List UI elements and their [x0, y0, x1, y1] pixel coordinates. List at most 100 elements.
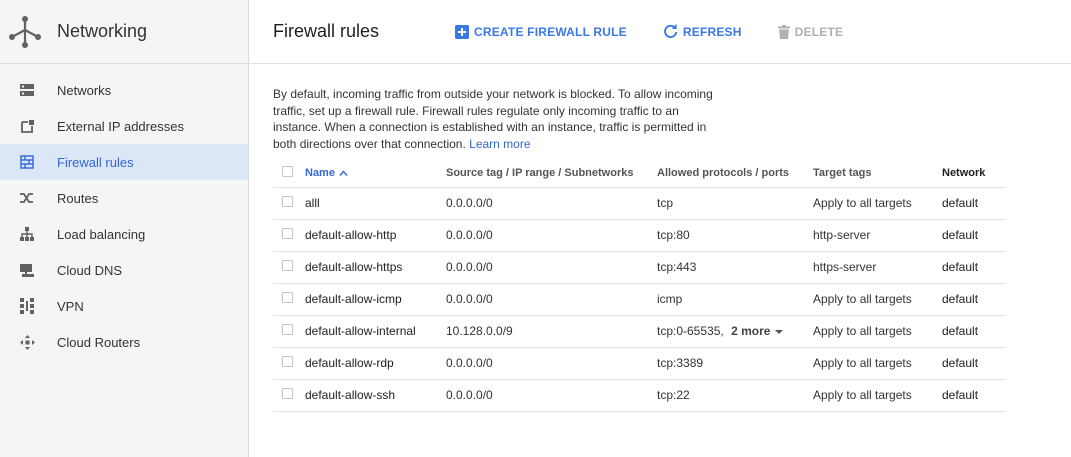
rule-source: 0.0.0.0/0 — [446, 219, 657, 252]
firewall-rules-table: Name Source tag / IP range / Subnetworks… — [273, 160, 1005, 412]
rule-protocols-cell: tcp:80 — [657, 219, 813, 252]
table-row[interactable]: alll 0.0.0.0/0 tcp Apply to all targets defa… — [273, 187, 1005, 220]
rule-name[interactable]: default-allow-internal — [305, 315, 446, 348]
networks-icon — [17, 82, 37, 98]
row-checkbox[interactable] — [282, 292, 293, 303]
vpn-icon — [17, 298, 37, 314]
column-header-name-label: Name — [305, 167, 335, 180]
delete-label: DELETE — [794, 24, 844, 39]
sidebar-item-routes[interactable]: Routes — [0, 180, 248, 216]
rule-name[interactable]: default-allow-http — [305, 219, 446, 252]
column-header-source[interactable]: Source tag / IP range / Subnetworks — [446, 160, 657, 188]
rule-name[interactable]: alll — [305, 187, 446, 220]
sidebar-item-label: Networks — [57, 82, 112, 98]
table-header-row: Name Source tag / IP range / Subnetworks… — [273, 160, 1005, 188]
sidebar-item-label: Cloud Routers — [57, 334, 141, 350]
sidebar-item-label: Firewall rules — [57, 154, 134, 170]
rule-protocols: icmp — [657, 292, 683, 306]
rule-network[interactable]: default — [942, 219, 1005, 252]
protocols-more-toggle[interactable]: 2 more — [731, 324, 770, 338]
rule-target-tags: Apply to all targets — [813, 379, 942, 412]
row-checkbox[interactable] — [282, 260, 293, 271]
sidebar-item-cloud-dns[interactable]: Cloud DNS — [0, 252, 248, 288]
page-title: Firewall rules — [273, 21, 380, 41]
sidebar-item-vpn[interactable]: VPN — [0, 288, 248, 324]
row-checkbox[interactable] — [282, 228, 293, 239]
table-row[interactable]: default-allow-ssh 0.0.0.0/0 tcp:22 Apply to… — [273, 379, 1005, 412]
app-title: Networking — [57, 21, 148, 41]
rule-source: 0.0.0.0/0 — [446, 187, 657, 220]
rule-protocols: tcp:80 — [657, 228, 690, 242]
rule-protocols: tcp — [657, 196, 674, 210]
routes-icon — [17, 190, 37, 206]
rule-name[interactable]: default-allow-icmp — [305, 283, 446, 316]
sidebar-item-networks[interactable]: Networks — [0, 72, 248, 108]
rule-name[interactable]: default-allow-ssh — [305, 379, 446, 412]
sidebar-item-label: Routes — [57, 190, 99, 206]
table-row[interactable]: default-allow-https 0.0.0.0/0 tcp:443 https… — [273, 251, 1005, 284]
refresh-label: REFRESH — [682, 24, 742, 39]
sidebar-item-label: Cloud DNS — [57, 262, 123, 278]
rule-protocols-cell: tcp:3389 — [657, 347, 813, 380]
rule-protocols-cell: tcp:22 — [657, 379, 813, 412]
create-firewall-rule-button[interactable]: CREATE FIREWALL RULE — [455, 24, 627, 39]
sort-ascending-icon — [339, 170, 348, 177]
column-header-protocols[interactable]: Allowed protocols / ports — [657, 160, 813, 188]
rule-network[interactable]: default — [942, 347, 1005, 380]
sidebar-item-firewall-rules[interactable]: Firewall rules — [0, 144, 248, 180]
rule-network[interactable]: default — [942, 283, 1005, 316]
chevron-down-icon — [775, 329, 784, 334]
table-row[interactable]: default-allow-icmp 0.0.0.0/0 icmp Apply to … — [273, 283, 1005, 316]
column-header-network[interactable]: Network — [942, 160, 1005, 188]
rule-protocols-cell: icmp — [657, 283, 813, 316]
row-checkbox[interactable] — [282, 196, 293, 207]
row-checkbox[interactable] — [282, 388, 293, 399]
sidebar-item-external-ip[interactable]: External IP addresses — [0, 108, 248, 144]
rule-network[interactable]: default — [942, 379, 1005, 412]
sidebar-item-load-balancing[interactable]: Load balancing — [0, 216, 248, 252]
table-row[interactable]: default-allow-internal 10.128.0.0/9 tcp:0-… — [273, 315, 1005, 348]
table-row[interactable]: default-allow-http 0.0.0.0/0 tcp:80 http-se… — [273, 219, 1005, 252]
column-header-target-tags[interactable]: Target tags — [813, 160, 942, 188]
sidebar-item-cloud-routers[interactable]: Cloud Routers — [0, 324, 248, 360]
cloud-dns-icon — [17, 262, 37, 278]
firewall-icon — [17, 154, 37, 170]
rule-source: 0.0.0.0/0 — [446, 347, 657, 380]
rule-network[interactable]: default — [942, 315, 1005, 348]
sidebar-nav: Networks External IP addresses Firewall … — [0, 64, 248, 360]
main-content: By default, incoming traffic from outsid… — [273, 86, 1013, 412]
column-header-name[interactable]: Name — [305, 160, 446, 188]
sidebar-item-label: VPN — [57, 298, 84, 314]
sidebar-item-label: External IP addresses — [57, 118, 184, 134]
rule-network[interactable]: default — [942, 187, 1005, 220]
trash-icon — [777, 24, 790, 39]
sidebar: Networking Networks External IP addresse… — [0, 0, 249, 457]
networking-logo-icon — [9, 15, 41, 48]
rule-target-tags: Apply to all targets — [813, 315, 942, 348]
rule-target-tags: Apply to all targets — [813, 347, 942, 380]
external-ip-icon — [17, 118, 37, 134]
toolbar: Firewall rules CREATE FIREWALL RULE REFR… — [249, 0, 1071, 64]
create-firewall-rule-label: CREATE FIREWALL RULE — [474, 24, 627, 39]
rule-name[interactable]: default-allow-https — [305, 251, 446, 284]
sidebar-header: Networking — [0, 0, 248, 64]
rule-target-tags: Apply to all targets — [813, 283, 942, 316]
rule-protocols-cell: tcp — [657, 187, 813, 220]
refresh-button[interactable]: REFRESH — [663, 24, 742, 39]
delete-button[interactable]: DELETE — [777, 24, 844, 39]
load-balancing-icon — [17, 226, 37, 242]
select-all-checkbox[interactable] — [282, 166, 293, 178]
row-checkbox[interactable] — [282, 356, 293, 367]
cloud-routers-icon — [17, 334, 37, 350]
rule-protocols-cell: tcp:443 — [657, 251, 813, 284]
rule-target-tags: http-server — [813, 219, 942, 252]
rule-name[interactable]: default-allow-rdp — [305, 347, 446, 380]
sidebar-item-label: Load balancing — [57, 226, 146, 242]
intro-text: By default, incoming traffic from outsid… — [273, 86, 723, 152]
rule-network[interactable]: default — [942, 251, 1005, 284]
add-box-icon — [455, 24, 469, 39]
rule-source: 10.128.0.0/9 — [446, 315, 657, 348]
row-checkbox[interactable] — [282, 324, 293, 335]
table-row[interactable]: default-allow-rdp 0.0.0.0/0 tcp:3389 Apply … — [273, 347, 1005, 380]
learn-more-link[interactable]: Learn more — [469, 137, 530, 151]
